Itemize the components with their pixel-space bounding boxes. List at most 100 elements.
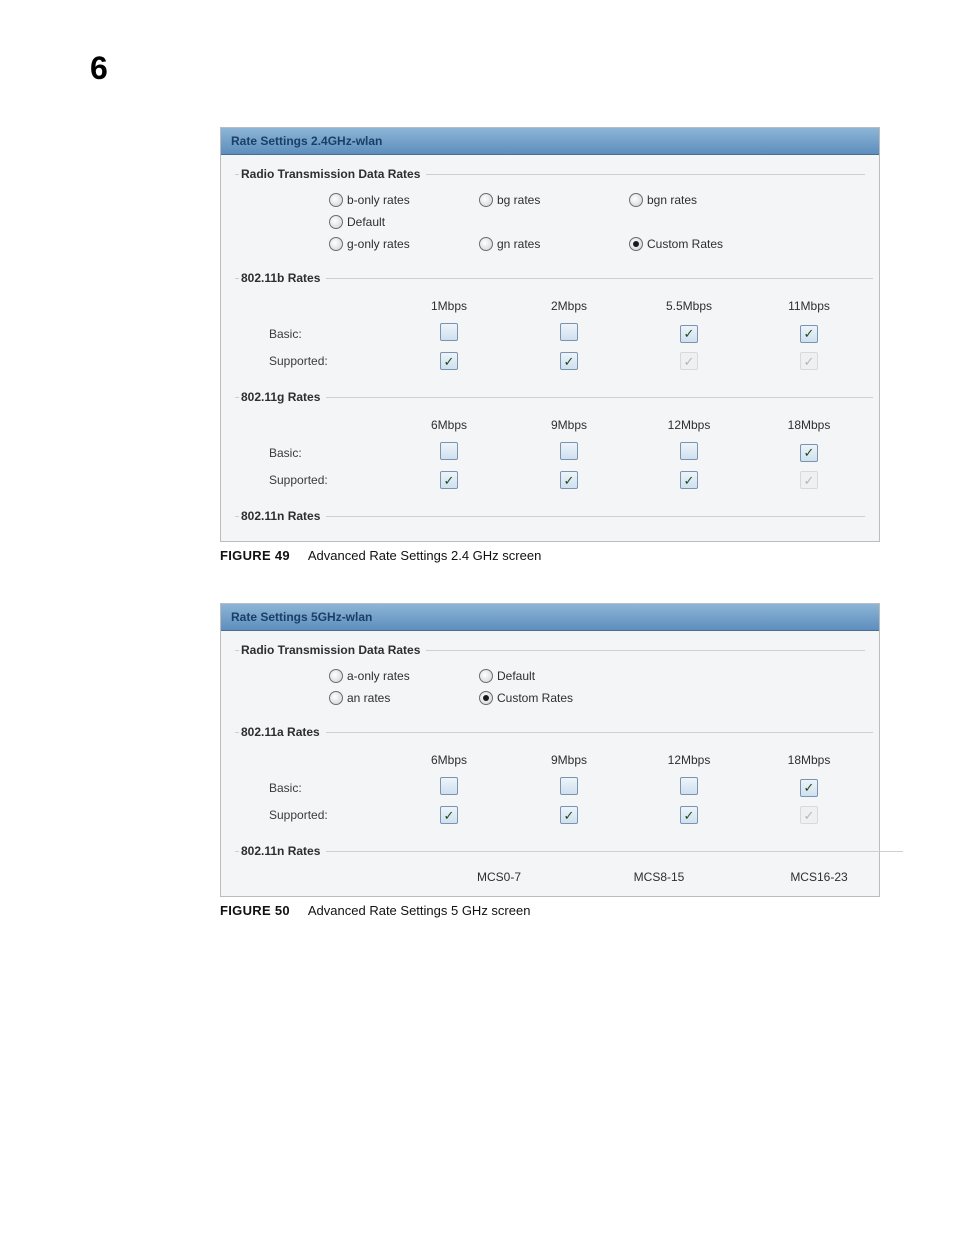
checkbox-supported-g-12[interactable] [680, 471, 698, 489]
radio-label: bgn rates [647, 193, 697, 207]
row-basic-g: Basic: [259, 440, 389, 466]
legend-radio-transmission-5: Radio Transmission Data Rates [239, 643, 426, 657]
fieldset-80211a: 802.11a Rates 6Mbps 9Mbps 12Mbps 18Mbps … [235, 725, 873, 832]
col-6mbps-g: 6Mbps [389, 412, 509, 438]
checkbox-supported-b-1[interactable] [440, 352, 458, 370]
checkbox-basic-b-2[interactable] [560, 323, 578, 341]
checkbox-basic-g-12[interactable] [680, 442, 698, 460]
checkbox-basic-b-11[interactable] [800, 325, 818, 343]
radio-label: Custom Rates [497, 691, 573, 705]
radio-label: bg rates [497, 193, 540, 207]
radio-group-24-row2: g-only rates gn rates Custom Rates [329, 233, 861, 255]
radio-gn[interactable]: gn rates [479, 233, 629, 255]
fieldset-80211n-24: 802.11n Rates [235, 509, 865, 535]
checkbox-supported-b-11 [800, 352, 818, 370]
radio-custom-5[interactable]: Custom Rates [479, 687, 639, 709]
col-9mbps-a: 9Mbps [509, 747, 629, 773]
radio-bgn[interactable]: bgn rates [629, 189, 779, 211]
row-supported-g: Supported: [259, 467, 389, 493]
mcs-headers: MCS0-7 MCS8-15 MCS16-23 [259, 866, 899, 888]
checkbox-supported-g-9[interactable] [560, 471, 578, 489]
legend-80211a: 802.11a Rates [239, 725, 326, 739]
row-supported-b: Supported: [259, 348, 389, 374]
radio-custom-24[interactable]: Custom Rates [629, 233, 789, 255]
radio-default-5[interactable]: Default [479, 665, 629, 687]
legend-80211g: 802.11g Rates [239, 390, 326, 404]
legend-radio-transmission-24: Radio Transmission Data Rates [239, 167, 426, 181]
figure-49-text: Advanced Rate Settings 2.4 GHz screen [308, 548, 541, 563]
legend-80211b: 802.11b Rates [239, 271, 326, 285]
radio-b-only[interactable]: b-only rates [329, 189, 479, 211]
checkbox-basic-a-18[interactable] [800, 779, 818, 797]
checkbox-supported-a-12[interactable] [680, 806, 698, 824]
checkbox-supported-b-5p5 [680, 352, 698, 370]
panel-5ghz: Rate Settings 5GHz-wlan Radio Transmissi… [220, 603, 880, 897]
table-80211b: 1Mbps 2Mbps 5.5Mbps 11Mbps Basic: Suppor… [259, 293, 869, 374]
radio-g-only[interactable]: g-only rates [329, 233, 479, 255]
legend-80211n-5: 802.11n Rates [239, 844, 326, 858]
radio-icon [329, 669, 343, 683]
checkbox-basic-g-9[interactable] [560, 442, 578, 460]
radio-label: b-only rates [347, 193, 410, 207]
panel-header-5ghz: Rate Settings 5GHz-wlan [221, 604, 879, 631]
radio-default-24[interactable]: Default [329, 211, 479, 233]
row-basic-a: Basic: [259, 775, 389, 801]
checkbox-supported-b-2[interactable] [560, 352, 578, 370]
row-supported-a: Supported: [259, 802, 389, 828]
radio-icon [479, 237, 493, 251]
checkbox-basic-b-5p5[interactable] [680, 325, 698, 343]
col-2mbps: 2Mbps [509, 293, 629, 319]
radio-icon [479, 691, 493, 705]
row-basic-b: Basic: [259, 321, 389, 347]
checkbox-supported-a-9[interactable] [560, 806, 578, 824]
panel-24ghz: Rate Settings 2.4GHz-wlan Radio Transmis… [220, 127, 880, 542]
checkbox-basic-g-6[interactable] [440, 442, 458, 460]
radio-icon [479, 193, 493, 207]
fieldset-80211n-5: 802.11n Rates MCS0-7 MCS8-15 MCS16-23 [235, 844, 903, 896]
figure-49-caption: FIGURE 49Advanced Rate Settings 2.4 GHz … [220, 548, 880, 563]
radio-group-5-row2: an rates Custom Rates [329, 687, 861, 709]
radio-bg[interactable]: bg rates [479, 189, 629, 211]
figure-50-text: Advanced Rate Settings 5 GHz screen [308, 903, 531, 918]
radio-an[interactable]: an rates [329, 687, 479, 709]
page-number: 6 [90, 50, 954, 87]
checkbox-supported-g-18 [800, 471, 818, 489]
checkbox-supported-a-18 [800, 806, 818, 824]
col-mcs16-23: MCS16-23 [739, 866, 899, 888]
radio-icon [329, 215, 343, 229]
checkbox-supported-a-6[interactable] [440, 806, 458, 824]
col-6mbps-a: 6Mbps [389, 747, 509, 773]
radio-label: Default [497, 669, 535, 683]
checkbox-basic-b-1[interactable] [440, 323, 458, 341]
figure-50-caption: FIGURE 50 Advanced Rate Settings 5 GHz sc… [220, 903, 880, 918]
col-5p5mbps: 5.5Mbps [629, 293, 749, 319]
fieldset-80211b: 802.11b Rates 1Mbps 2Mbps 5.5Mbps 11Mbps… [235, 271, 873, 378]
checkbox-basic-a-6[interactable] [440, 777, 458, 795]
fieldset-radio-transmission-24: Radio Transmission Data Rates b-only rat… [235, 167, 865, 259]
checkbox-supported-g-6[interactable] [440, 471, 458, 489]
radio-label: Default [347, 215, 385, 229]
radio-a-only[interactable]: a-only rates [329, 665, 479, 687]
col-mcs0-7: MCS0-7 [419, 866, 579, 888]
figure-50-label: FIGURE 50 [220, 903, 290, 918]
radio-icon [479, 669, 493, 683]
radio-icon [329, 193, 343, 207]
panel-header-24ghz: Rate Settings 2.4GHz-wlan [221, 128, 879, 155]
radio-icon [629, 237, 643, 251]
radio-icon [329, 237, 343, 251]
figure-49: Rate Settings 2.4GHz-wlan Radio Transmis… [220, 127, 880, 563]
checkbox-basic-a-12[interactable] [680, 777, 698, 795]
radio-label: an rates [347, 691, 390, 705]
radio-label: gn rates [497, 237, 540, 251]
radio-icon [329, 691, 343, 705]
checkbox-basic-a-9[interactable] [560, 777, 578, 795]
radio-group-5-row1: a-only rates Default [329, 665, 861, 687]
checkbox-basic-g-18[interactable] [800, 444, 818, 462]
legend-80211n-24: 802.11n Rates [239, 509, 326, 523]
col-18mbps-a: 18Mbps [749, 747, 869, 773]
table-80211g: 6Mbps 9Mbps 12Mbps 18Mbps Basic: Support… [259, 412, 869, 493]
radio-label: Custom Rates [647, 237, 723, 251]
fieldset-80211g: 802.11g Rates 6Mbps 9Mbps 12Mbps 18Mbps … [235, 390, 873, 497]
col-mcs8-15: MCS8-15 [579, 866, 739, 888]
radio-icon [629, 193, 643, 207]
